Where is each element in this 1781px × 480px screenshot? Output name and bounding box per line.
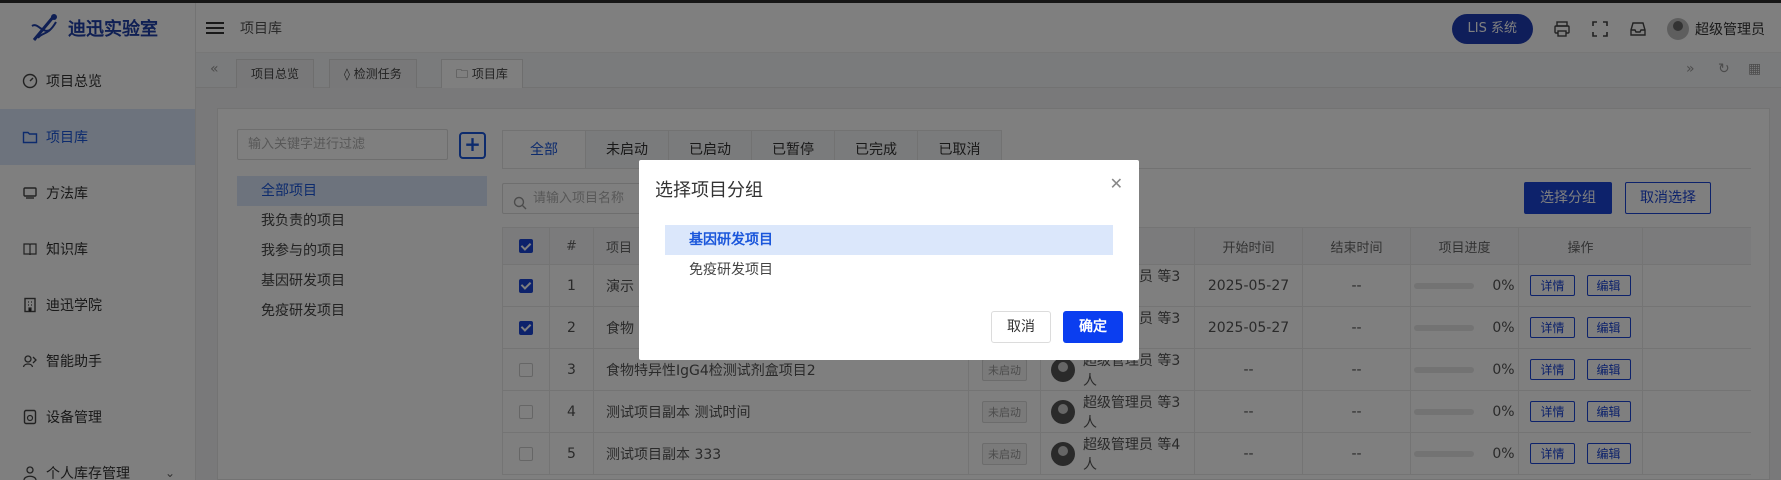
modal-overlay[interactable]: 选择项目分组 ✕ 基因研发项目 免疫研发项目 取消 确定 — [0, 0, 1781, 480]
dialog-item-gene[interactable]: 基因研发项目 — [665, 225, 1113, 255]
dialog-item-immune[interactable]: 免疫研发项目 — [665, 255, 1113, 285]
close-icon[interactable]: ✕ — [1110, 174, 1123, 193]
dialog-group-list: 基因研发项目 免疫研发项目 — [665, 225, 1113, 285]
dialog-title: 选择项目分组 — [655, 180, 763, 201]
select-group-dialog: 选择项目分组 ✕ 基因研发项目 免疫研发项目 取消 确定 — [639, 160, 1139, 360]
cancel-button[interactable]: 取消 — [991, 311, 1051, 343]
confirm-button[interactable]: 确定 — [1063, 311, 1123, 343]
